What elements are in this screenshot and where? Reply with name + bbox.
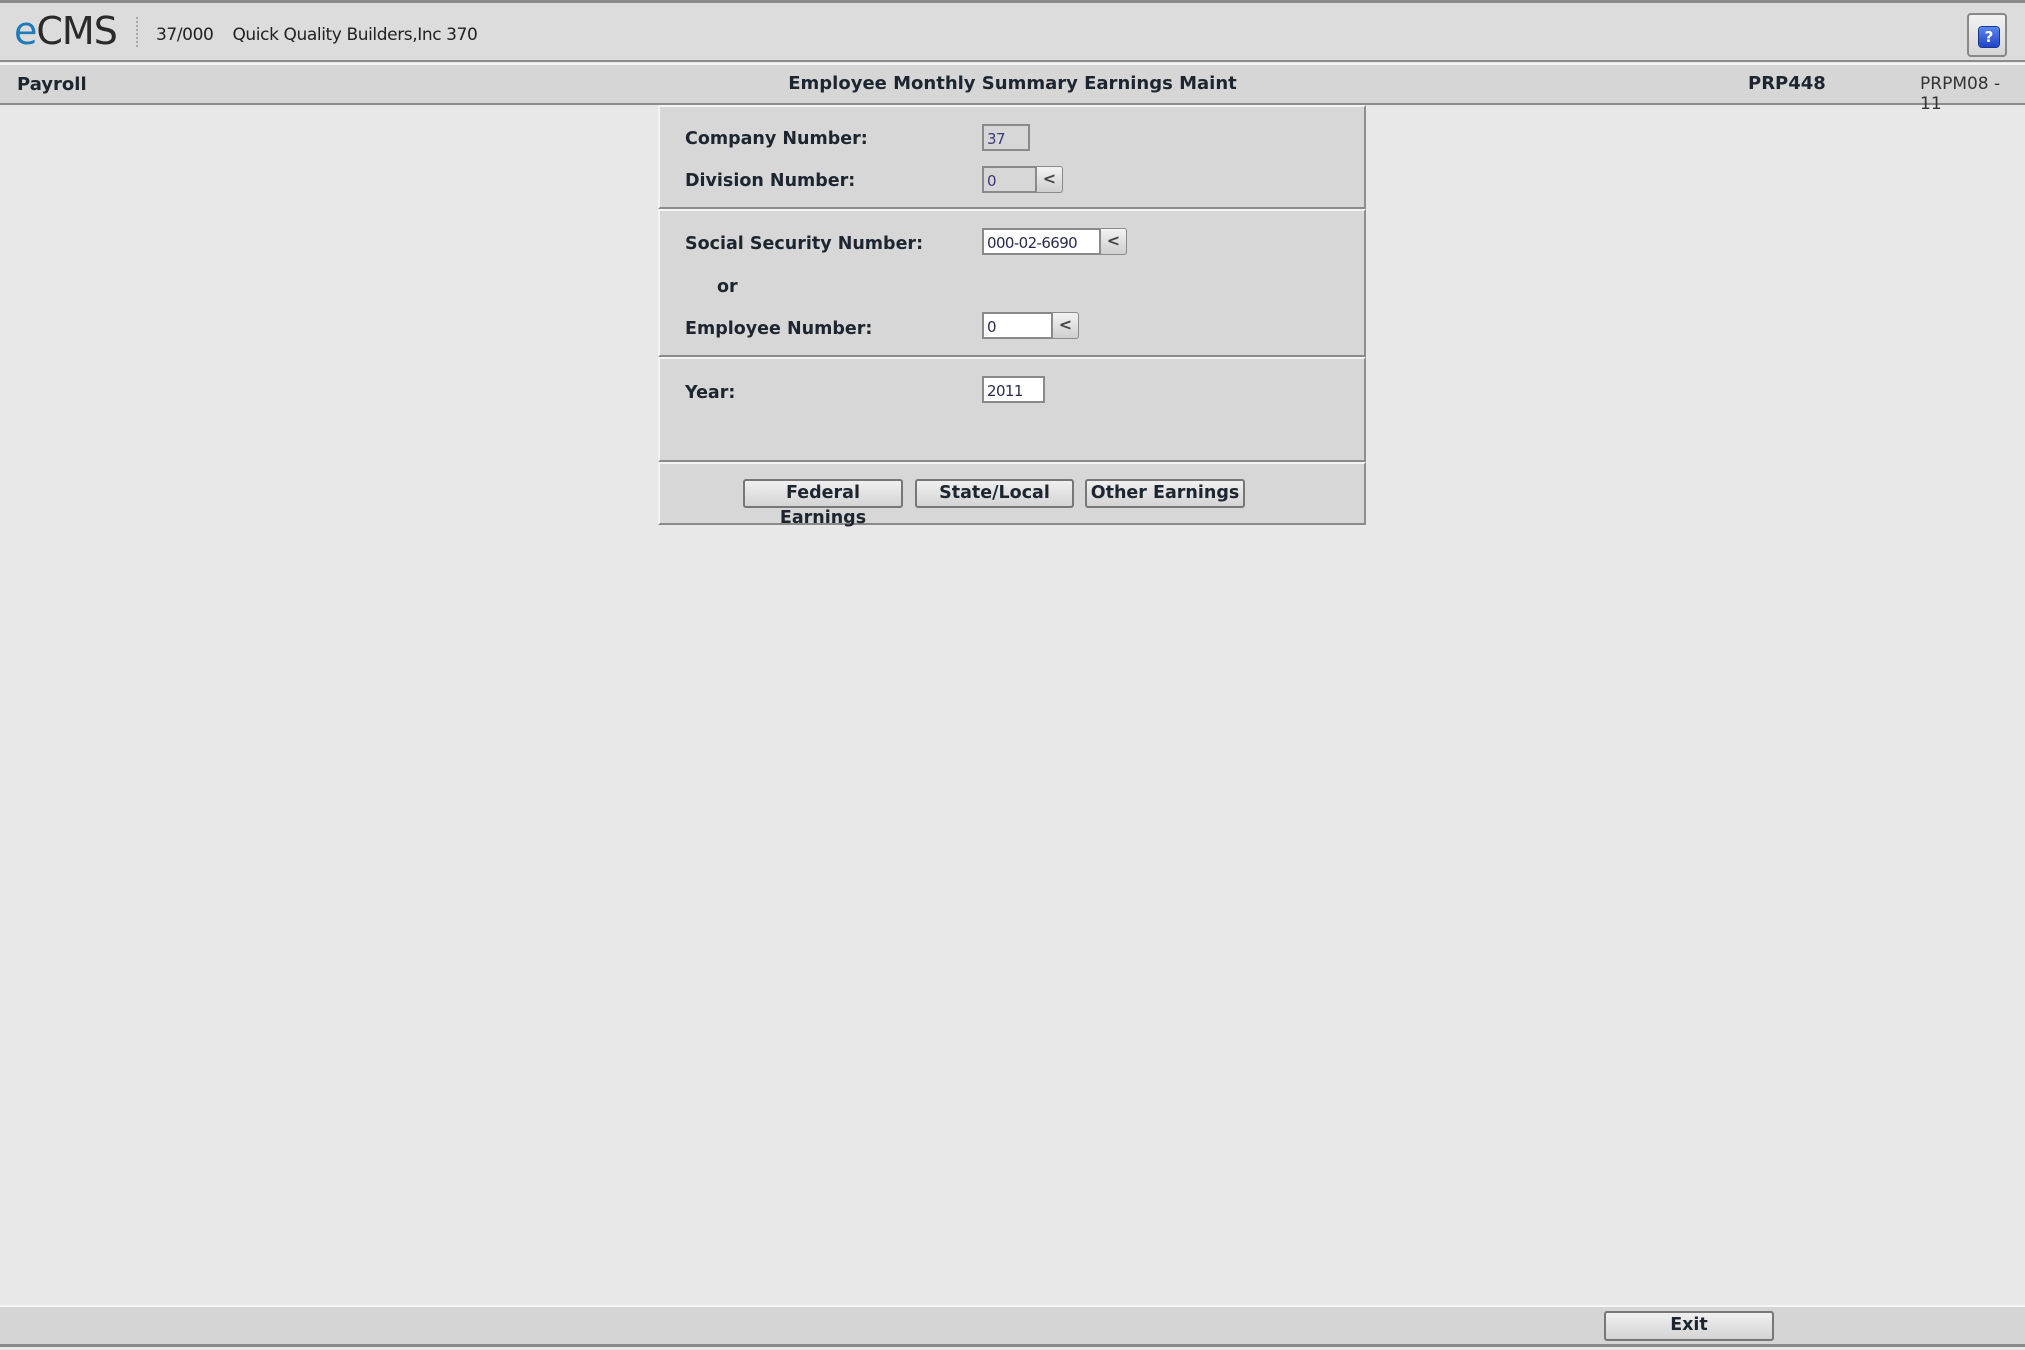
screen-title-bar: Employee Monthly Summary Earnings Maint … <box>0 63 2025 114</box>
or-label: or <box>717 277 738 297</box>
year-label: Year: <box>685 383 736 403</box>
help-icon: ? <box>1979 27 1999 47</box>
company-section: Company Number: 37 Division Number: 0 < <box>658 105 1366 209</box>
federal-earnings-button[interactable]: Federal Earnings <box>743 479 903 528</box>
chevron-left-icon: < <box>1106 231 1121 250</box>
ssn-prompt-button[interactable]: < <box>1100 228 1127 255</box>
company-number-field: 37 <box>982 124 1030 151</box>
employee-prompt-button[interactable]: < <box>1052 312 1079 339</box>
year-input[interactable]: 2011 <box>982 376 1045 403</box>
chevron-left-icon: < <box>1042 169 1057 188</box>
state-local-button[interactable]: State/Local <box>915 479 1074 508</box>
company-name: Quick Quality Builders,Inc 370 <box>232 25 478 45</box>
chevron-left-icon: < <box>1058 315 1073 334</box>
company-info: 37/000 Quick Quality Builders,Inc 370 <box>156 25 478 45</box>
header-divider <box>136 17 141 47</box>
help-button[interactable]: ? <box>1967 13 2007 57</box>
other-earnings-button[interactable]: Other Earnings <box>1085 479 1245 508</box>
division-number-field[interactable]: 0 <box>982 166 1037 193</box>
employee-section: Social Security Number: 000-02-6690 < or… <box>658 209 1366 357</box>
employee-number-input[interactable]: 0 <box>982 312 1053 339</box>
ssn-input[interactable]: 000-02-6690 <box>982 228 1101 255</box>
company-code: 37/000 <box>156 25 214 45</box>
program-id: PRP448 <box>1748 73 1826 94</box>
module-name: Payroll <box>17 74 87 95</box>
division-number-label: Division Number: <box>685 171 856 191</box>
footer-bar: Exit <box>0 1305 2025 1347</box>
employee-number-label: Employee Number: <box>685 319 873 339</box>
app-header: eCMS 37/000 Quick Quality Builders,Inc 3… <box>0 0 2025 62</box>
screen-title: Employee Monthly Summary Earnings Maint <box>788 73 1237 94</box>
company-number-label: Company Number: <box>685 129 868 149</box>
screen-id: PRPM08 - 11 <box>1920 74 2001 114</box>
action-buttons-section: Federal Earnings State/Local Other Earni… <box>658 462 1366 528</box>
ecms-logo: eCMS <box>14 9 118 53</box>
exit-button[interactable]: Exit <box>1604 1311 1774 1341</box>
year-section: Year: 2011 <box>658 357 1366 462</box>
ssn-label: Social Security Number: <box>685 234 924 254</box>
division-prompt-button[interactable]: < <box>1036 166 1063 193</box>
